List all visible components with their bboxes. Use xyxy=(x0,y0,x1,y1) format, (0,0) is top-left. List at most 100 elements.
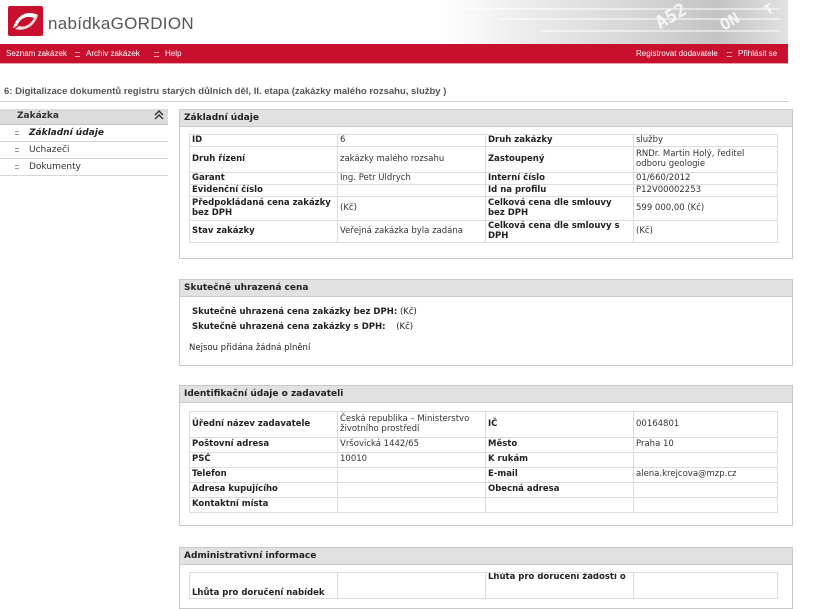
field-value: 00164801 xyxy=(633,411,778,438)
panel-contracting-authority: Identifikační údaje o zadavateli Úřední … xyxy=(179,385,793,526)
contracting-authority-table: Úřední název zadavatele Česká republika … xyxy=(189,411,778,513)
panel-heading: Administrativní informace xyxy=(180,548,792,565)
field-label: Kontaktní místa xyxy=(189,497,338,513)
administrative-info-table: Lhůta pro doručení nabídek Lhůta pro dor… xyxy=(189,572,778,599)
field-value: Česká republika – Ministerstvo životního… xyxy=(337,411,486,438)
field-value: 599 000,00 (Kč) xyxy=(633,196,778,221)
gordion-logo[interactable] xyxy=(8,6,43,36)
table-row: Telefon E-mail alena.krejcova@mzp.cz xyxy=(189,467,778,483)
table-row: Kontaktní místa xyxy=(189,497,778,513)
field-label: PSČ xyxy=(189,452,338,468)
panel-heading-label: Identifikační údaje o zadavateli xyxy=(184,389,344,399)
field-label: Stav zakázky xyxy=(189,220,338,243)
field-value: 01/660/2012 xyxy=(633,172,778,185)
field-label: Celková cena dle smlouvy s DPH xyxy=(485,220,634,243)
nav-separator xyxy=(75,52,80,57)
nav-help[interactable]: Help xyxy=(165,44,181,63)
nav-registrovat-dodavatele[interactable]: Registrovat dodavatele xyxy=(636,44,718,63)
sidebar-item-zakladni-udaje[interactable]: Základní údaje xyxy=(0,125,168,142)
field-value xyxy=(337,482,486,498)
sidebar-item-label: Základní údaje xyxy=(29,128,104,138)
title-divider xyxy=(0,101,788,102)
field-label: Celková cena dle smlouvy bez DPH xyxy=(485,196,634,221)
nav-divider xyxy=(0,63,788,64)
panel-heading-label: Základní údaje xyxy=(184,113,259,123)
field-label: Úřední název zadavatele xyxy=(189,411,338,438)
field-value: Vršovická 1442/65 xyxy=(337,437,486,453)
field-label: Druh zakázky xyxy=(485,134,634,147)
header-banner-art: A52 ON T xyxy=(440,0,788,44)
field-value xyxy=(337,184,486,197)
nav-separator xyxy=(727,52,732,57)
panel-heading-label: Skutečně uhrazená cena xyxy=(184,283,309,293)
paid-without-vat: Skutečně uhrazená cena zakázky bez DPH: … xyxy=(192,307,417,317)
paid-without-vat-label: Skutečně uhrazená cena zakázky bez DPH: xyxy=(192,307,398,317)
field-value xyxy=(337,497,486,513)
field-label: Lhůta pro doručení nabídek xyxy=(189,572,338,599)
field-label: Město xyxy=(485,437,634,453)
banner-glyph: T xyxy=(761,0,777,20)
panel-basic-info: Základní údaje ID 6 Druh zakázky služby … xyxy=(179,109,793,259)
field-label: Interní číslo xyxy=(485,172,634,185)
panel-heading-label: Administrativní informace xyxy=(184,551,317,561)
field-value xyxy=(633,572,778,599)
sidebar-heading[interactable]: Zakázka xyxy=(0,109,168,125)
field-value xyxy=(633,497,778,513)
logo-icon xyxy=(13,12,38,30)
field-label: Lhůta pro doručení žádostí o xyxy=(485,572,634,599)
table-row: Druh řízení zakázky malého rozsahu Zasto… xyxy=(189,146,778,173)
panel-heading: Základní údaje xyxy=(180,110,792,127)
sidebar-item-dokumenty[interactable]: Dokumenty xyxy=(0,159,168,176)
table-row: Lhůta pro doručení nabídek Lhůta pro dor… xyxy=(189,572,778,599)
sidebar: Zakázka Základní údaje Uchazeči Dokument… xyxy=(0,109,168,176)
table-row: PSČ 10010 K rukám xyxy=(189,452,778,468)
panel-heading: Identifikační údaje o zadavateli xyxy=(180,386,792,403)
field-label: Zastoupený xyxy=(485,146,634,173)
field-label: Předpokládaná cena zakázky bez DPH xyxy=(189,196,338,221)
field-value: alena.krejcova@mzp.cz xyxy=(633,467,778,483)
field-value: RNDr. Martin Holý, ředitel odboru geolog… xyxy=(633,146,778,173)
page-title: 6: Digitalizace dokumentů registru starý… xyxy=(4,86,447,97)
field-value: (Kč) xyxy=(633,220,778,243)
field-label: Poštovní adresa xyxy=(189,437,338,453)
paid-with-vat-value: (Kč) xyxy=(396,322,414,332)
table-row: Úřední název zadavatele Česká republika … xyxy=(189,411,778,438)
field-label: K rukám xyxy=(485,452,634,468)
paid-note: Nejsou přidána žádná plnění xyxy=(189,343,311,353)
bullet-icon xyxy=(15,131,19,135)
field-value: Ing. Petr Uldrych xyxy=(337,172,486,185)
bullet-icon xyxy=(15,148,19,152)
field-label: Garant xyxy=(189,172,338,185)
bullet-icon xyxy=(15,165,19,169)
field-value: 6 xyxy=(337,134,486,147)
field-label: Druh řízení xyxy=(189,146,338,173)
nav-separator xyxy=(154,52,159,57)
sidebar-item-uchazeci[interactable]: Uchazeči xyxy=(0,142,168,159)
field-value xyxy=(337,467,486,483)
nav-archiv-zakazek[interactable]: Archiv zakázek xyxy=(86,44,140,63)
nav-seznam-zakazek[interactable]: Seznam zakázek xyxy=(6,44,67,63)
field-label: E-mail xyxy=(485,467,634,483)
collapse-chevron-icon[interactable] xyxy=(154,109,164,124)
field-value: Praha 10 xyxy=(633,437,778,453)
field-label: Obecná adresa xyxy=(485,482,634,498)
field-label: IČ xyxy=(485,411,634,438)
field-label xyxy=(485,497,634,513)
paid-with-vat: Skutečně uhrazená cena zakázky s DPH: (K… xyxy=(192,322,413,332)
field-value: služby xyxy=(633,134,778,147)
sidebar-heading-label: Zakázka xyxy=(17,111,59,121)
sidebar-item-label: Dokumenty xyxy=(29,162,81,172)
field-value: zakázky malého rozsahu xyxy=(337,146,486,173)
field-value xyxy=(337,572,486,599)
header: A52 ON T nabídkaGORDION xyxy=(0,0,828,44)
table-row: Adresa kupujícího Obecná adresa xyxy=(189,482,778,498)
nav-prihlasit-se[interactable]: Přihlásit se xyxy=(738,44,777,63)
brand-name: nabídkaGORDION xyxy=(48,14,194,33)
table-row: Předpokládaná cena zakázky bez DPH (Kč) … xyxy=(189,196,778,221)
field-value xyxy=(633,452,778,468)
table-row: Garant Ing. Petr Uldrych Interní číslo 0… xyxy=(189,172,778,185)
field-label: Id na profilu xyxy=(485,184,634,197)
paid-with-vat-label: Skutečně uhrazená cena zakázky s DPH: xyxy=(192,322,386,332)
banner-glyph: A52 xyxy=(651,0,691,34)
field-value xyxy=(633,482,778,498)
